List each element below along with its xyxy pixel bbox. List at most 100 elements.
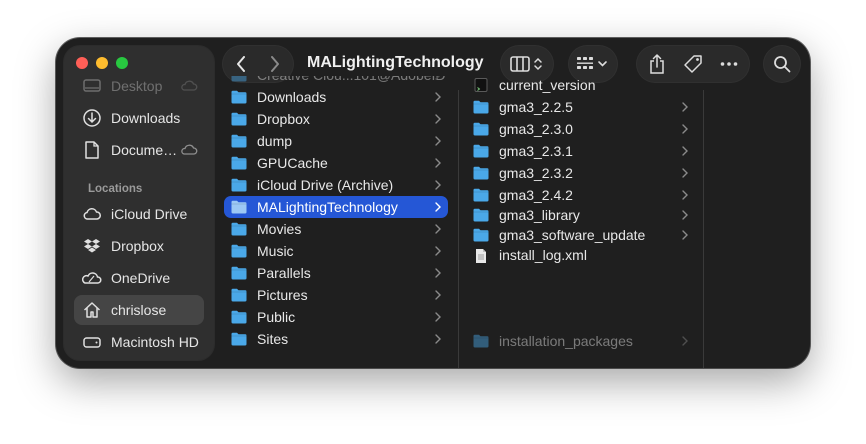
folder-icon: [473, 228, 489, 242]
ellipsis-icon: [720, 62, 738, 66]
folder-name: Pictures: [257, 287, 308, 303]
chevron-right-icon: [271, 56, 279, 72]
tag-button[interactable]: [675, 54, 711, 74]
folder-icon: [231, 222, 247, 236]
search-button[interactable]: [764, 46, 800, 82]
chevron-right-icon: [434, 134, 442, 148]
sidebar-item-label: OneDrive: [111, 270, 171, 286]
folder-row[interactable]: MALightingTechnology: [224, 196, 448, 218]
folder-row[interactable]: gma3_software_update: [473, 224, 697, 246]
search-icon: [774, 56, 791, 73]
chevron-right-icon: [434, 266, 442, 280]
chevron-right-icon: [434, 310, 442, 324]
chevron-right-icon: [681, 334, 689, 348]
share-icon: [650, 54, 664, 74]
sidebar-item-chrislose[interactable]: chrislose: [74, 295, 204, 325]
onedrive-icon: [82, 268, 102, 288]
sidebar-item-macintosh-hd[interactable]: Macintosh HD: [74, 327, 204, 357]
item-name: gma3_library: [499, 207, 580, 223]
folder-row[interactable]: Sites: [224, 328, 448, 350]
more-button[interactable]: [711, 61, 747, 67]
folder-row[interactable]: gma3_2.2.5: [473, 96, 697, 118]
group-grid-icon: [577, 57, 607, 69]
home-icon: [82, 300, 102, 320]
cloud-icon: [180, 78, 198, 92]
item-name: gma3_2.2.5: [499, 99, 573, 115]
item-name: installation_packages: [499, 333, 633, 349]
dropbox-icon: [82, 236, 102, 256]
folder-row[interactable]: Pictures: [224, 284, 448, 306]
close-window-button[interactable]: [76, 57, 88, 69]
folder-row[interactable]: gma3_2.3.2: [473, 162, 697, 184]
sidebar-item-label: Docume…: [111, 142, 178, 158]
minimize-window-button[interactable]: [96, 57, 108, 69]
item-name: gma3_2.4.2: [499, 187, 573, 203]
folder-name: dump: [257, 133, 293, 149]
folder-icon: [473, 100, 489, 114]
chevron-right-icon: [681, 208, 689, 222]
folder-row[interactable]: Parallels: [224, 262, 448, 284]
folder-row[interactable]: Creative Clou...101@AdobeID: [224, 76, 448, 86]
column-divider: [703, 90, 704, 368]
browser-column-1: Creative Clou...101@AdobeID Downloads Drop…: [224, 76, 458, 368]
chevron-right-icon: [434, 90, 442, 104]
folder-row[interactable]: Music: [224, 240, 448, 262]
sidebar-item-desktop[interactable]: Desktop: [74, 71, 204, 101]
alias-row[interactable]: current_version: [473, 76, 697, 96]
item-name: gma3_2.3.1: [499, 143, 573, 159]
folder-icon: [231, 310, 247, 324]
folder-row[interactable]: Dropbox: [224, 108, 448, 130]
item-name: gma3_software_update: [499, 227, 646, 243]
folder-name: Public: [257, 309, 296, 325]
sidebar-item-icloud-drive[interactable]: iCloud Drive: [74, 199, 204, 229]
folder-name: Downloads: [257, 89, 327, 105]
chevron-right-icon: [681, 100, 689, 114]
folder-icon: [231, 200, 247, 214]
folder-row[interactable]: gma3_2.3.1: [473, 140, 697, 162]
folder-row[interactable]: gma3_2.3.0: [473, 118, 697, 140]
chevron-right-icon: [681, 188, 689, 202]
chevron-right-icon: [681, 144, 689, 158]
folder-icon: [473, 208, 489, 222]
sidebar-item-docume-[interactable]: Docume…: [74, 135, 204, 165]
folder-name: Dropbox: [257, 111, 310, 127]
folder-row[interactable]: GPUCache: [224, 152, 448, 174]
sidebar-item-downloads[interactable]: Downloads: [74, 103, 204, 133]
folder-row[interactable]: Movies: [224, 218, 448, 240]
sidebar-item-label: iCloud Drive: [111, 206, 188, 222]
document-icon: [473, 248, 489, 263]
folder-row[interactable]: Public: [224, 306, 448, 328]
chevron-right-icon: [434, 76, 442, 82]
folder-icon: [231, 244, 247, 258]
chevron-right-icon: [434, 222, 442, 236]
folder-row[interactable]: iCloud Drive (Archive): [224, 174, 448, 196]
share-button[interactable]: [639, 54, 675, 74]
folder-row[interactable]: gma3_2.4.2: [473, 184, 697, 206]
sidebar-item-label: Desktop: [111, 78, 163, 94]
chevron-left-icon: [237, 56, 245, 72]
folder-row[interactable]: gma3_library: [473, 204, 697, 226]
folder-row[interactable]: installation_packages: [473, 330, 697, 352]
folder-row[interactable]: dump: [224, 130, 448, 152]
desktop-icon: [82, 76, 102, 96]
folder-row[interactable]: Downloads: [224, 86, 448, 108]
folder-name: Creative Clou...101@AdobeID: [257, 76, 446, 83]
folder-icon: [231, 90, 247, 104]
sidebar-item-onedrive[interactable]: OneDrive: [74, 263, 204, 293]
chevron-right-icon: [434, 112, 442, 126]
folder-name: Sites: [257, 331, 289, 347]
file-row[interactable]: install_log.xml: [473, 244, 697, 266]
folder-icon: [231, 266, 247, 280]
folder-icon: [473, 166, 489, 180]
sidebar-item-dropbox[interactable]: Dropbox: [74, 231, 204, 261]
download-icon: [82, 108, 102, 128]
folder-name: Music: [257, 243, 294, 259]
folder-name: Movies: [257, 221, 302, 237]
sidebar-item-label: Dropbox: [111, 238, 164, 254]
zoom-window-button[interactable]: [116, 57, 128, 69]
item-name: install_log.xml: [499, 247, 587, 263]
item-name: current_version: [499, 77, 596, 93]
chevron-right-icon: [434, 156, 442, 170]
chevron-right-icon: [434, 288, 442, 302]
chevron-right-icon: [681, 166, 689, 180]
